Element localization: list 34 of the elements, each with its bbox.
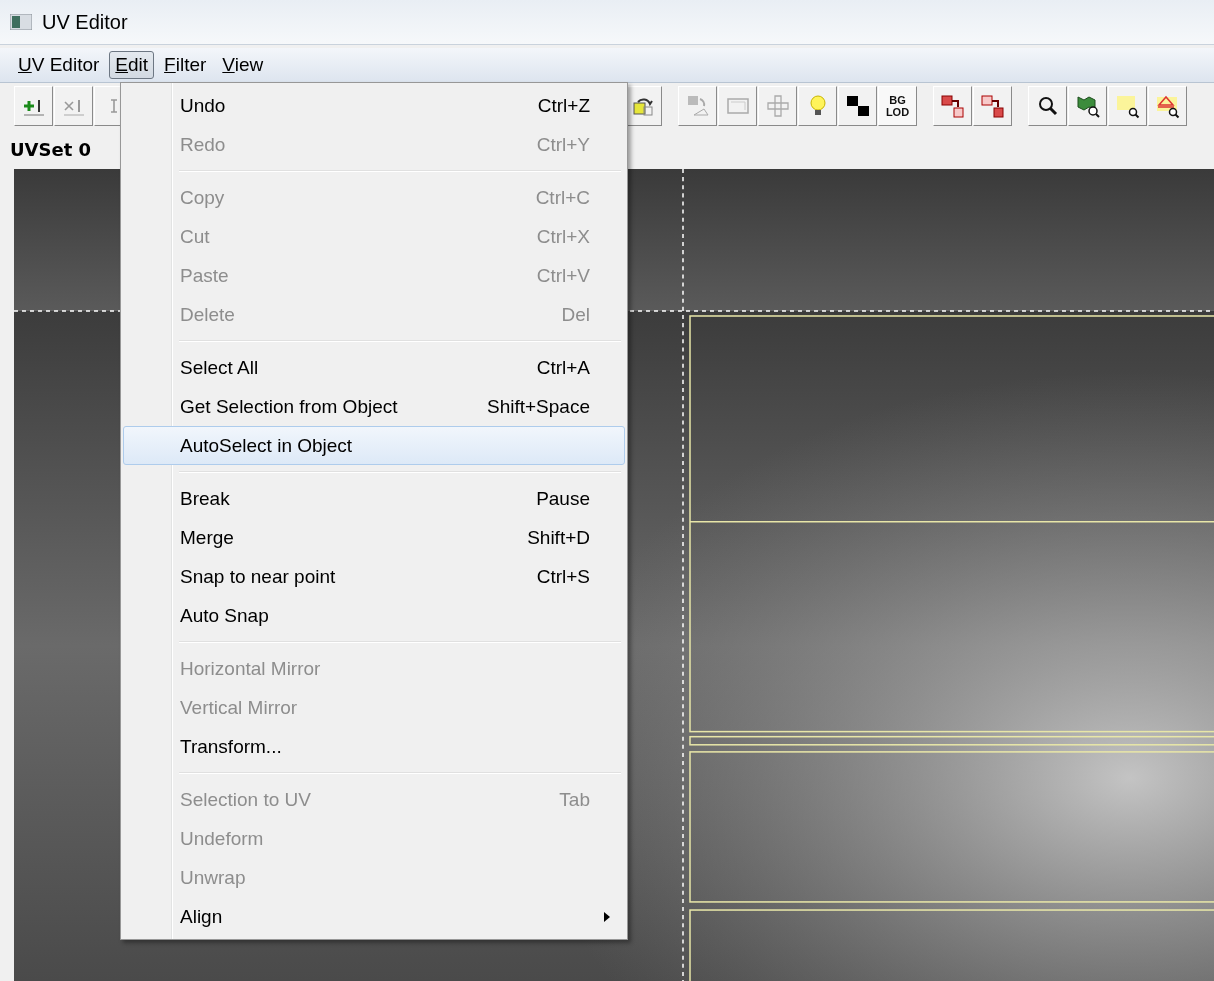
menu-title[interactable]: UV Editor [12,51,106,79]
uv-set-label: UVSet 0 [10,138,92,160]
menu-item[interactable]: Transform... [123,727,625,766]
menu-item[interactable]: Align [123,897,625,936]
toolbar-button[interactable] [1148,86,1187,126]
cubes-arrow-icon [979,93,1006,119]
lod-button[interactable]: BG LOD [878,86,917,126]
cross-grid-icon [764,93,791,119]
menu-title[interactable]: View [216,51,270,79]
bar-icon [109,99,118,113]
app-icon [10,14,32,30]
square-search-icon [1114,93,1141,119]
submenu-arrow-icon [604,911,610,922]
window-title: UV Editor [42,10,128,34]
menu-item[interactable]: Snap to near point Ctrl+S [123,557,625,596]
menu-title[interactable]: Edit [109,51,155,79]
toolbar-button[interactable] [933,86,972,126]
menu-item[interactable]: AutoSelect in Object [123,426,625,465]
menu-item[interactable]: Undo Ctrl+Z [123,86,625,125]
menu-item[interactable]: Break Pause [123,479,625,518]
menu-title[interactable]: Filter [158,51,213,79]
cubes-arrow-icon [939,93,966,119]
menu-item[interactable]: Auto Snap [123,596,625,635]
menu-item[interactable]: Get Selection from Object Shift+Space [123,387,625,426]
toolbar-button[interactable] [1068,86,1107,126]
triangle-search-icon [1154,93,1181,119]
toolbar-button[interactable] [973,86,1012,126]
checker-icon [844,93,871,119]
toolbar-button[interactable] [1028,86,1067,126]
menu-item[interactable]: Select All Ctrl+A [123,348,625,387]
menu-item[interactable]: Merge Shift+D [123,518,625,557]
map-search-icon [1074,93,1101,119]
toolbar-button[interactable] [838,86,877,126]
toolbar-button[interactable] [1108,86,1147,126]
